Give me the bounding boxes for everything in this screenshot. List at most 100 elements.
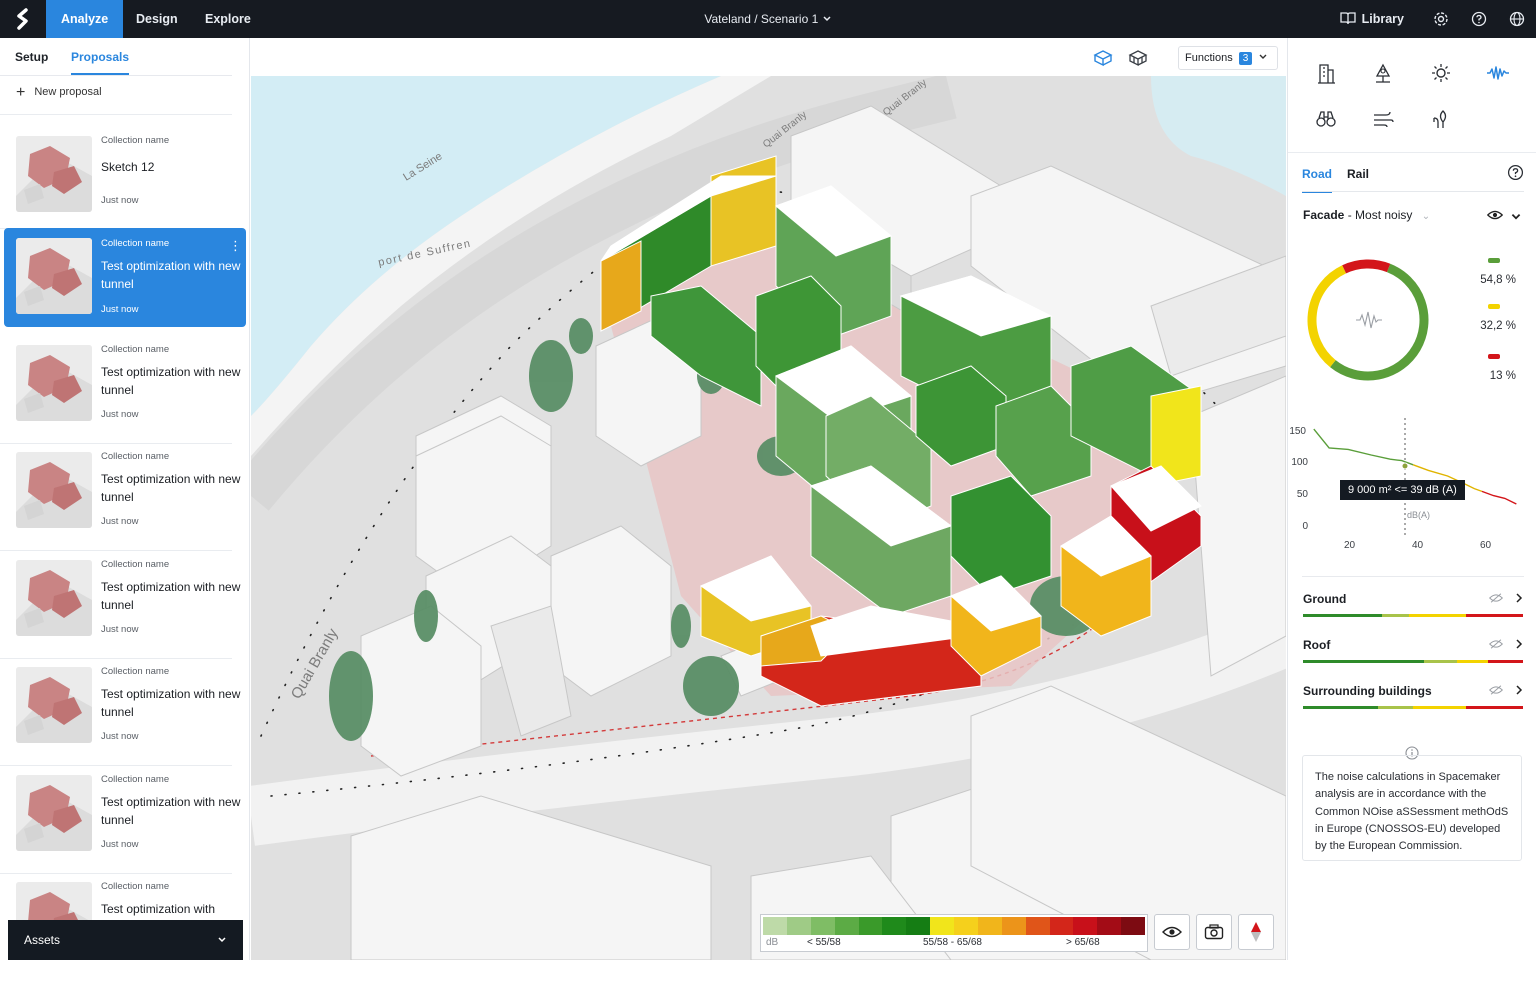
proposal-thumbnail [16,345,92,421]
divider [0,114,232,115]
proposal-time: Just now [101,516,139,527]
map-viewport[interactable]: La Seine port de Suffren Quai Branly Qua… [251,76,1286,960]
nav-tab-design[interactable]: Design [121,0,193,38]
analysis-section[interactable]: Ground [1303,592,1523,617]
proposal-title: Test optimization with new tunnel [101,365,241,397]
tab-rail[interactable]: Rail [1347,167,1369,181]
analysis-section[interactable]: Surrounding buildings [1303,684,1523,709]
proposal-card[interactable]: Collection name Test optimization with ne… [0,659,250,766]
noise-wave-icon[interactable] [1483,58,1513,88]
library-button[interactable]: Library [1339,11,1404,28]
legend-swatch [930,917,954,935]
functions-count-badge: 3 [1238,51,1253,65]
eye-visibility-button[interactable] [1154,914,1190,950]
top-bar: Analyze Design Explore Vateland / Scenar… [0,0,1536,38]
legend-swatch [810,917,835,935]
divider [0,765,232,766]
section-label: Roof [1303,638,1331,652]
binoculars-icon[interactable] [1311,104,1341,134]
building-analysis-icon[interactable] [1311,58,1341,88]
proposal-title: Sketch 12 [101,160,155,174]
more-options-icon[interactable]: ⋮ [229,238,242,254]
chevron-down-icon[interactable] [822,12,832,26]
proposal-thumbnail [16,136,92,212]
project-title[interactable]: Vateland / Scenario 1 [704,12,818,26]
legend-swatch [977,917,1002,935]
eye-icon[interactable] [1486,208,1504,226]
collection-name: Collection name [101,344,170,355]
proposal-thumbnail [16,775,92,851]
view-toolbar: Functions 3 [251,38,1286,76]
gear-icon[interactable] [1422,0,1460,38]
tab-proposals[interactable]: Proposals [71,50,130,75]
wind-icon[interactable] [1368,104,1398,134]
collection-name: Collection name [101,559,170,570]
camera-button[interactable] [1196,914,1232,950]
nav-tab-explore[interactable]: Explore [190,0,266,38]
noise-color-scale [763,917,1145,935]
camera-icon [1204,924,1224,940]
proposal-card[interactable]: Collection name Sketch 12 Just now [0,128,250,235]
chevron-right-icon[interactable] [1515,684,1523,696]
facade-mode-selector[interactable]: Facade - Most noisy ⌄ [1303,208,1430,222]
new-proposal-button[interactable]: + New proposal [16,83,102,101]
noise-donut-chart [1307,259,1429,381]
buildings-view-icon[interactable] [1126,47,1150,69]
proposal-card[interactable]: Collection name Test optimization with ne… [0,444,250,551]
legend-swatch [1488,258,1500,263]
library-icon [1339,11,1356,28]
proposal-time: Just now [101,195,139,206]
collection-name: Collection name [101,238,170,249]
plus-icon: + [16,83,26,101]
strip-segment [1487,660,1523,663]
collection-name: Collection name [101,451,170,462]
chevron-right-icon[interactable] [1515,638,1523,650]
eye-off-icon[interactable] [1489,684,1503,696]
collection-name: Collection name [101,881,170,892]
tab-road[interactable]: Road [1302,167,1332,193]
eye-off-icon[interactable] [1489,638,1503,650]
compass-button[interactable] [1238,914,1274,950]
proposal-title: Test optimization with new tunnel [101,580,241,612]
help-icon[interactable] [1460,0,1498,38]
proposal-card[interactable]: Collection name Test optimization with ne… [0,228,250,335]
legend-swatch [763,917,787,935]
chevron-down-icon: ⌄ [1421,211,1431,222]
globe-icon[interactable] [1498,0,1536,38]
sun-icon[interactable] [1426,58,1456,88]
sun-tree-analysis-icon[interactable] [1368,58,1398,88]
3d-view-icon[interactable] [1091,47,1115,69]
chart-marker [1401,462,1409,470]
help-icon[interactable] [1507,164,1524,186]
microclimate-icon[interactable] [1426,104,1456,134]
proposal-time: Just now [101,624,139,635]
proposal-card[interactable]: Collection name Test optimization with ne… [0,767,250,874]
proposal-title: Test optimization with [101,902,216,916]
assets-dropdown[interactable]: Assets [8,920,243,960]
functions-dropdown[interactable]: Functions 3 [1178,46,1278,70]
x-tick: 20 [1344,540,1356,551]
legend-swatch [858,917,883,935]
legend-swatch [954,917,978,935]
proposal-card[interactable]: Collection name Test optimization with ne… [0,552,250,659]
proposal-title: Test optimization with new tunnel [101,795,241,827]
legend-swatch [834,917,859,935]
chevron-down-icon[interactable] [1510,209,1522,227]
strip-segment [1424,660,1457,663]
chevron-right-icon[interactable] [1515,592,1523,604]
functions-label: Functions [1185,52,1233,64]
facade-mode: Most noisy [1355,208,1413,222]
nav-tab-analyze[interactable]: Analyze [46,0,124,38]
legend-range-mid: 55/58 - 65/68 [923,937,982,948]
strip-segment [1303,614,1383,617]
spacemaker-logo[interactable] [0,0,46,38]
analysis-section[interactable]: Roof [1303,638,1523,663]
proposal-title: Test optimization with new tunnel [101,687,241,719]
strip-segment [1377,706,1413,709]
proposal-card[interactable]: Collection name Test optimization with ne… [0,337,250,444]
donut-slice [1330,263,1429,381]
proposal-title: Test optimization with new tunnel [101,259,241,291]
donut-percentage: 54,8 % [1480,274,1516,286]
eye-off-icon[interactable] [1489,592,1503,604]
tab-setup[interactable]: Setup [15,50,48,64]
